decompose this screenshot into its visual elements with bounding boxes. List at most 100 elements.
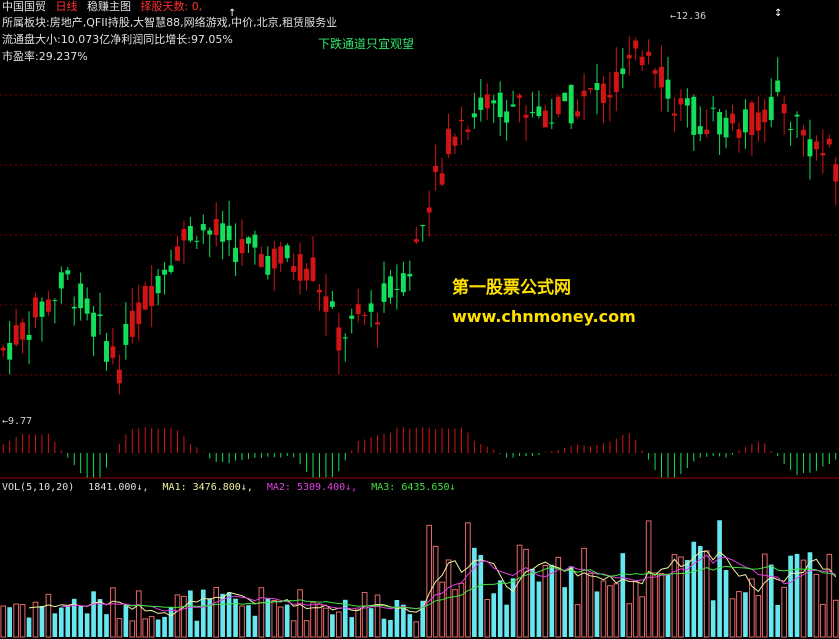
candle-body [671,113,677,116]
volume-bar [316,603,323,638]
volume-bar [342,599,348,637]
profit-value: 97.05% [190,33,233,46]
candle-body [794,114,800,117]
volume-bar [645,520,652,638]
indicator-name[interactable]: 稳赚主图 [87,0,131,13]
volume-bar [703,550,710,638]
period-label[interactable]: 日线 [56,0,78,13]
candle-body [329,301,335,307]
candle-body [801,129,806,136]
candle-body [536,106,542,117]
candle-body [123,324,129,345]
volume-bar [504,604,509,637]
candlestick-series [0,36,839,395]
volume-bar [252,615,258,637]
candle-body [58,272,64,289]
candle-body [394,288,400,290]
candle-body [497,92,503,118]
candle-body [529,111,535,114]
candle-body [168,265,174,272]
candle-body [600,83,606,104]
candle-body [704,129,710,135]
pe-value: 29.237% [38,50,88,63]
volume-bar [297,589,303,638]
candle-body [304,268,310,281]
candle-body [33,297,38,318]
volume-bar [135,590,142,638]
volume-bar [755,595,762,638]
volume-bar [349,617,355,637]
candle-body [388,276,393,298]
volume-bar [181,595,187,638]
float-value: 10.073亿 [60,33,111,46]
candle-body [45,299,51,312]
pe-line: 市盈率:29.237% [2,50,94,64]
volume-bar [710,600,716,637]
volume-bar [142,618,149,638]
vol-ma1: MA1: 3476.800↓, [162,482,253,493]
volume-bar [355,609,362,638]
volume-bar [413,621,420,638]
candle-body [323,296,329,312]
vol-ma2: MA2: 5309.400↓, [266,482,358,493]
volume-bar [194,620,200,637]
candle-body [613,71,619,93]
candle-body [149,285,155,307]
candle-body [691,96,697,135]
candle-body [788,129,794,131]
candle-body [349,315,355,319]
candle-body [471,113,477,118]
volume-bar [639,596,645,638]
candle-body [678,98,684,105]
candle-body [665,79,671,99]
profit-label: 净利润同比增长: [110,33,191,46]
volume-bar [188,590,193,637]
volume-bar [162,616,167,637]
volume-bar [665,574,671,637]
candle-body [110,346,116,358]
candle-body [568,84,574,124]
volume-bar [652,572,658,638]
candle-body [749,102,755,135]
candle-body [258,254,264,267]
candle-body [155,275,161,294]
volume-bar [761,553,768,638]
volume-bar [381,618,387,637]
volume-bar [594,591,600,637]
candle-body [684,98,690,106]
volume-bar [516,544,523,638]
candle-body [478,97,484,110]
candle-body [717,112,723,135]
candle-body [381,283,387,302]
arrow-up-icon: ↑ [228,8,237,19]
volume-bar [52,613,58,637]
volume-bar [587,572,594,638]
candle-body [20,322,26,340]
candle-body [420,224,426,227]
volume-bar [600,580,607,638]
volume-bar [110,587,116,638]
volume-bar [97,599,103,637]
volume-bar [620,553,626,637]
candle-body [291,266,297,272]
candle-body [775,80,781,92]
candle-body [136,302,142,325]
volume-bar [820,603,826,638]
candle-body [175,246,180,261]
volume-bar [284,604,290,637]
candle-body [813,141,819,150]
candle-body [278,246,284,264]
candle-body [271,248,277,269]
candle-body [336,327,342,351]
volume-bar [426,524,433,638]
candle-body [581,90,587,97]
candle-body [807,139,813,157]
scroll-arrows-icon[interactable]: ↕ [774,8,782,19]
chart-canvas[interactable] [0,0,839,639]
candle-body [730,113,735,124]
candle-body [65,270,71,275]
candle-body [407,273,413,277]
candle-body [310,257,316,281]
candle-body [633,40,639,49]
candle-body [52,300,58,302]
